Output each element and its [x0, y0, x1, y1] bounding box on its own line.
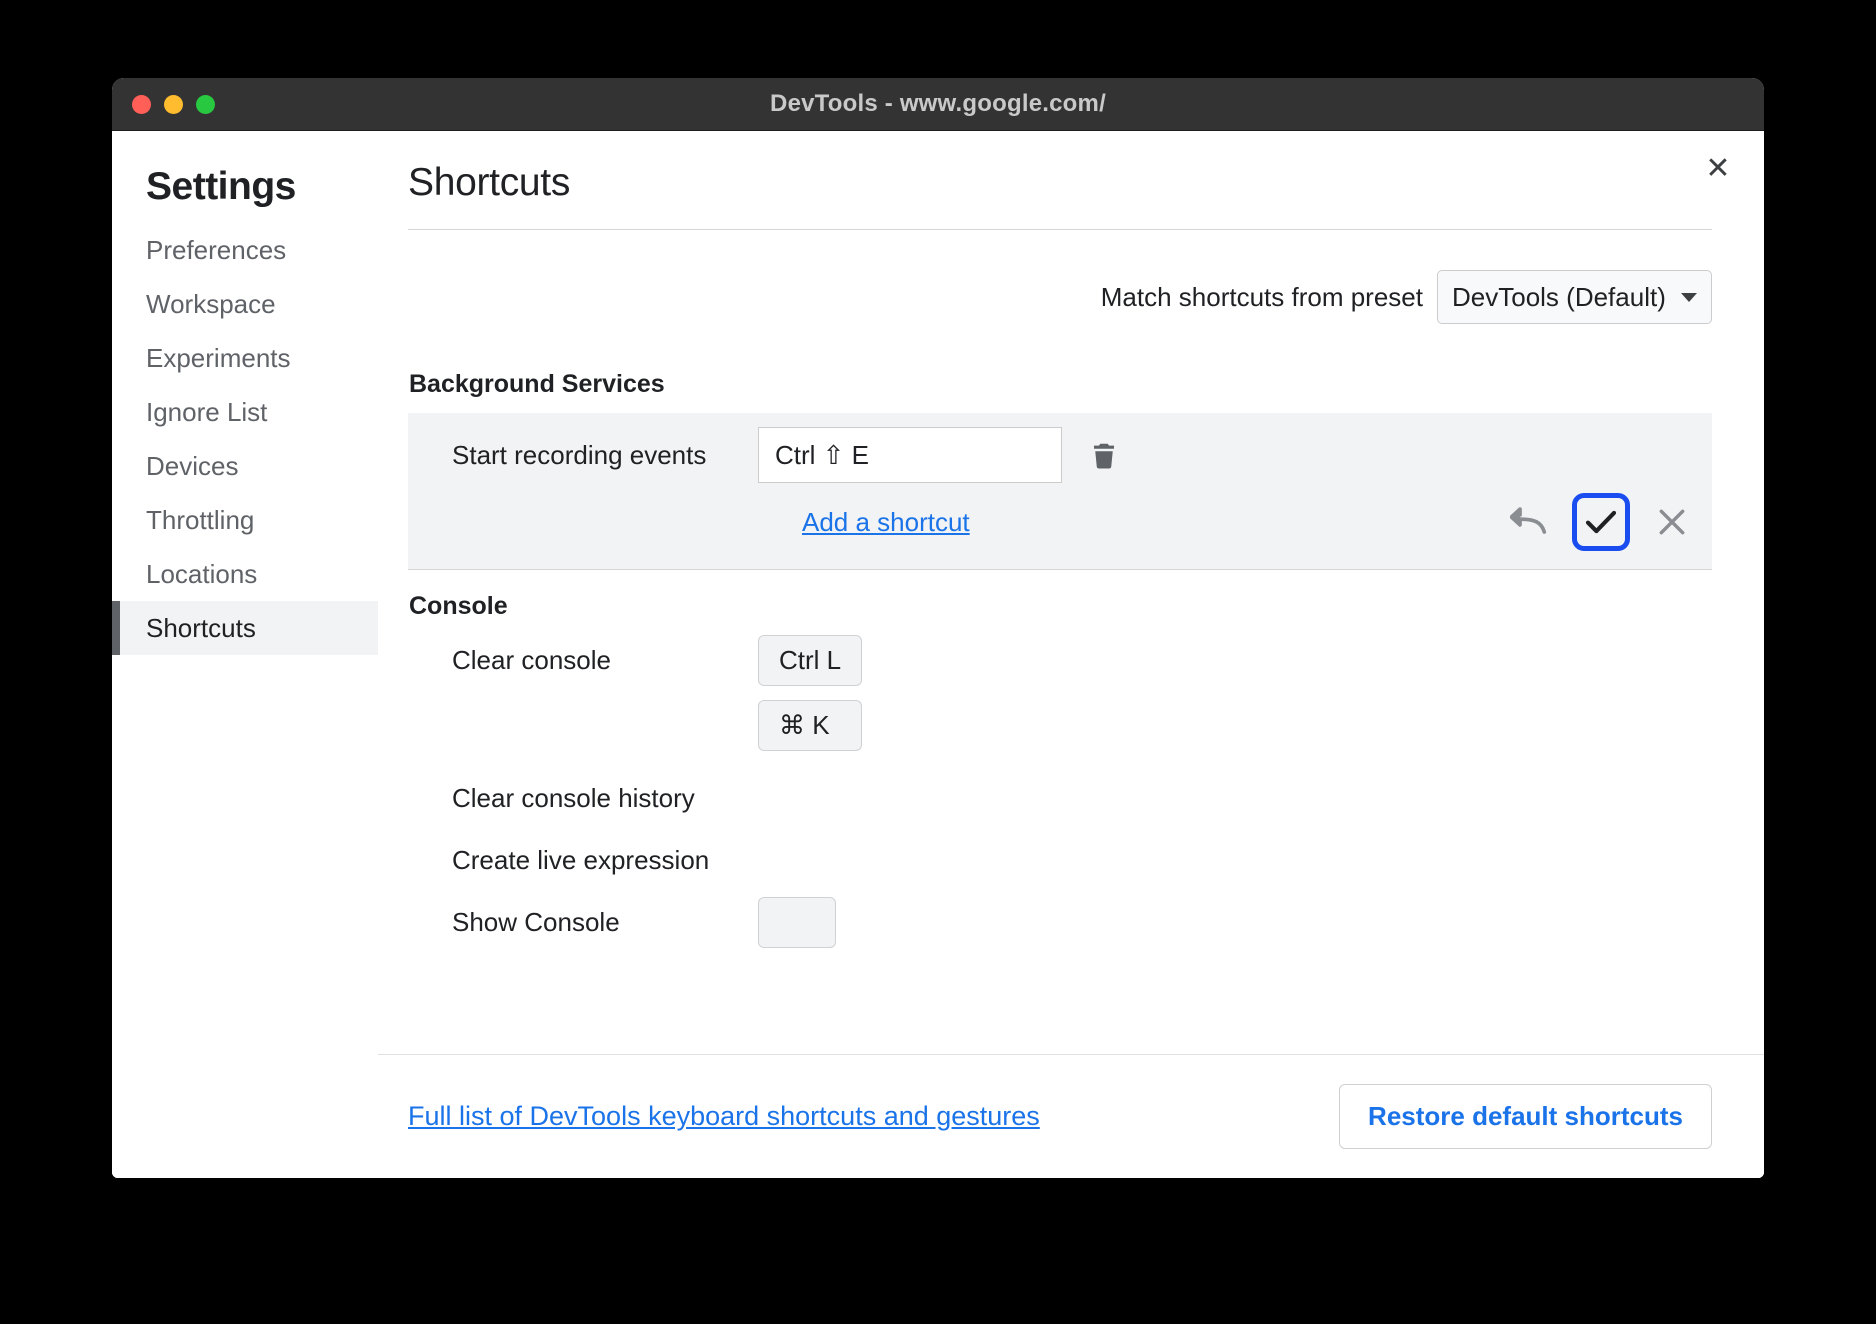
section-console: Console Clear console Ctrl L ⌘ K Clear c… — [408, 592, 1712, 959]
shortcut-edit-row: Start recording events Ctrl ⇧ E Add a sh… — [408, 413, 1712, 570]
key-chip[interactable]: Ctrl L — [758, 635, 862, 686]
key-chip[interactable]: ⌘ K — [758, 700, 862, 751]
title-divider — [408, 229, 1712, 230]
chevron-down-icon — [1681, 293, 1697, 302]
section-heading-background-services: Background Services — [408, 370, 1712, 399]
sidebar-item-locations[interactable]: Locations — [112, 547, 378, 601]
preset-row: Match shortcuts from preset DevTools (De… — [408, 270, 1712, 324]
sidebar-item-label: Locations — [146, 559, 257, 590]
scroll-fade — [378, 1008, 1764, 1054]
shortcut-name: Show Console — [408, 897, 758, 938]
add-shortcut-link[interactable]: Add a shortcut — [802, 507, 970, 538]
section-heading-console: Console — [408, 592, 1712, 621]
settings-sidebar: Settings Preferences Workspace Experimen… — [112, 131, 378, 1178]
preset-select-value: DevTools (Default) — [1452, 282, 1666, 313]
preset-select[interactable]: DevTools (Default) — [1437, 270, 1712, 324]
shortcut-edit-top: Start recording events Ctrl ⇧ E — [408, 427, 1712, 483]
sidebar-item-throttling[interactable]: Throttling — [112, 493, 378, 547]
shortcut-name: Clear console — [408, 635, 758, 676]
sidebar-item-label: Ignore List — [146, 397, 267, 428]
shortcut-row: Clear console Ctrl L ⌘ K — [408, 635, 1712, 751]
window-titlebar: DevTools - www.google.com/ — [112, 78, 1764, 131]
shortcut-name: Create live expression — [408, 835, 758, 876]
page-title: Shortcuts — [408, 161, 1712, 229]
sidebar-item-label: Throttling — [146, 505, 254, 536]
shortcut-keys — [758, 897, 836, 948]
preset-label: Match shortcuts from preset — [1101, 282, 1423, 313]
screen: DevTools - www.google.com/ ✕ Settings Pr… — [0, 0, 1876, 1324]
shortcut-name: Clear console history — [408, 773, 758, 814]
shortcut-row: Create live expression — [408, 835, 1712, 897]
cancel-shortcut-button[interactable] — [1648, 498, 1696, 546]
sidebar-item-experiments[interactable]: Experiments — [112, 331, 378, 385]
undo-icon[interactable] — [1506, 498, 1554, 546]
confirm-shortcut-button[interactable] — [1572, 493, 1630, 551]
sidebar-item-label: Experiments — [146, 343, 291, 374]
sidebar-item-devices[interactable]: Devices — [112, 439, 378, 493]
sidebar-item-label: Devices — [146, 451, 238, 482]
devtools-window: DevTools - www.google.com/ ✕ Settings Pr… — [112, 78, 1764, 1178]
shortcut-name: Start recording events — [408, 440, 758, 471]
shortcut-row: Clear console history — [408, 773, 1712, 835]
sidebar-item-workspace[interactable]: Workspace — [112, 277, 378, 331]
shortcut-edit-actions — [1506, 493, 1712, 551]
window-title: DevTools - www.google.com/ — [112, 90, 1764, 118]
traffic-lights — [132, 95, 215, 114]
close-window-button[interactable] — [132, 95, 151, 114]
dialog-footer: Full list of DevTools keyboard shortcuts… — [378, 1054, 1764, 1178]
sidebar-item-ignore-list[interactable]: Ignore List — [112, 385, 378, 439]
shortcut-keys: Ctrl L ⌘ K — [758, 635, 862, 751]
settings-content: Shortcuts Match shortcuts from preset De… — [378, 131, 1764, 1178]
settings-dialog: ✕ Settings Preferences Workspace Experim… — [112, 131, 1764, 1178]
trash-icon[interactable] — [1084, 435, 1124, 475]
sidebar-item-preferences[interactable]: Preferences — [112, 223, 378, 277]
restore-defaults-button[interactable]: Restore default shortcuts — [1339, 1084, 1712, 1149]
shortcut-row: Show Console — [408, 897, 1712, 959]
sidebar-item-label: Workspace — [146, 289, 276, 320]
sidebar-item-label: Shortcuts — [146, 613, 256, 644]
sidebar-item-label: Preferences — [146, 235, 286, 266]
shortcut-edit-bottom: Add a shortcut — [408, 493, 1712, 551]
key-chip[interactable] — [758, 897, 836, 948]
full-shortcut-list-link[interactable]: Full list of DevTools keyboard shortcuts… — [408, 1101, 1040, 1132]
minimize-window-button[interactable] — [164, 95, 183, 114]
zoom-window-button[interactable] — [196, 95, 215, 114]
settings-title: Settings — [112, 165, 378, 223]
shortcut-key-input[interactable]: Ctrl ⇧ E — [758, 427, 1062, 483]
sidebar-item-shortcuts[interactable]: Shortcuts — [112, 601, 378, 655]
